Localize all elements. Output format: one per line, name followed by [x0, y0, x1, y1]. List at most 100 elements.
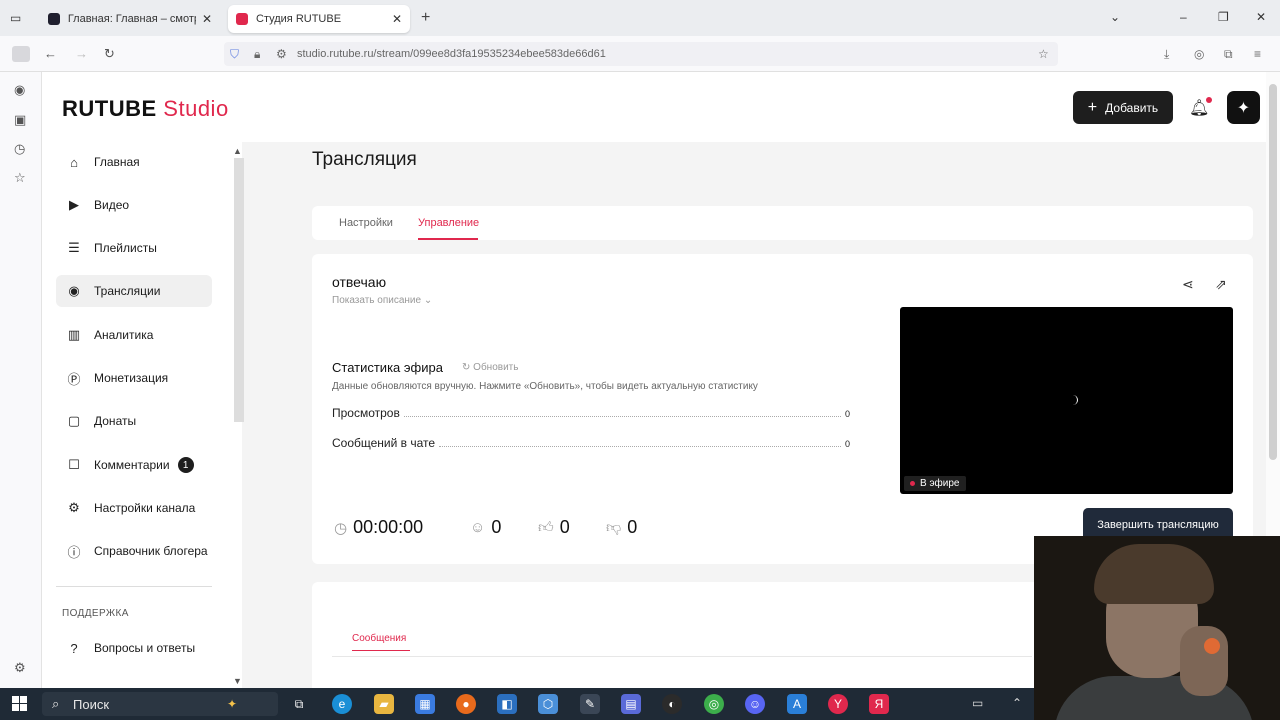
- page-scrollbar-thumb[interactable]: [1269, 84, 1277, 460]
- edge-icon[interactable]: e: [332, 694, 352, 714]
- browser-sidebar: ◉ ▣ ◷ ☆ ⚙: [0, 72, 42, 688]
- page-title: Трансляция: [312, 149, 417, 170]
- tab-settings[interactable]: Настройки: [339, 217, 393, 229]
- tab-list-icon[interactable]: ▭: [10, 11, 21, 25]
- app-a-icon[interactable]: A: [787, 694, 807, 714]
- video-icon: ▶: [69, 197, 79, 212]
- downloads-icon[interactable]: ⤓: [1164, 47, 1169, 62]
- menu-scroll-down-icon[interactable]: ▼: [233, 676, 242, 686]
- menu-item-blogger-guide[interactable]: ⓘ Справочник блогера: [56, 535, 212, 567]
- person-hair: [1094, 544, 1214, 604]
- metric-duration: ◷ 00:00:00: [334, 517, 424, 537]
- close-tab-icon[interactable]: ✕: [392, 12, 402, 26]
- menu-divider: [56, 586, 212, 587]
- app-remote-icon[interactable]: ▤: [621, 694, 641, 714]
- history-icon[interactable]: ◷: [14, 141, 25, 157]
- shield-icon[interactable]: ⛉: [230, 47, 239, 62]
- yandex-browser-icon[interactable]: Y: [828, 694, 848, 714]
- file-explorer-icon[interactable]: ▰: [374, 694, 394, 714]
- menu-item-video[interactable]: ▶ Видео: [56, 189, 212, 221]
- menu-item-donations[interactable]: ▢ Донаты: [56, 405, 212, 437]
- menu-item-monetization[interactable]: Ⓟ Монетизация: [56, 362, 212, 394]
- forward-icon[interactable]: →: [75, 46, 88, 61]
- menu-item-comments[interactable]: ☐ Комментарии 1: [56, 449, 212, 481]
- minimize-icon[interactable]: –: [1180, 10, 1187, 24]
- show-description-link[interactable]: Показать описание ⌄: [332, 295, 432, 306]
- refresh-stats-button[interactable]: ↻ Обновить: [462, 362, 518, 373]
- windows-start-icon[interactable]: [12, 696, 27, 711]
- bookmarks-icon[interactable]: ☆: [14, 170, 26, 186]
- customize-sidebar-icon[interactable]: ⚙: [14, 660, 26, 676]
- tab-management[interactable]: Управление: [418, 217, 479, 229]
- menu-icon[interactable]: ≡: [1254, 47, 1261, 61]
- question-icon: ?: [70, 640, 78, 656]
- vscode-icon[interactable]: ◧: [497, 694, 517, 714]
- menu-item-playlists[interactable]: ☰ Плейлисты: [56, 232, 212, 264]
- store-icon[interactable]: ▦: [415, 694, 435, 714]
- url-text[interactable]: studio.rutube.ru/stream/099ee8d3fa195352…: [297, 48, 606, 60]
- yandex-icon[interactable]: Я: [869, 694, 889, 714]
- chrome-icon[interactable]: ◎: [704, 694, 724, 714]
- taskbar-widget-icon[interactable]: ▭: [972, 696, 983, 710]
- donations-icon: ▢: [67, 413, 81, 428]
- tab-overflow-icon[interactable]: ⌄: [1110, 10, 1120, 24]
- menu-scrollbar-thumb[interactable]: [234, 158, 244, 422]
- menu-item-broadcasts[interactable]: ◉ Трансляции: [56, 275, 212, 307]
- browser-tab-rutube-home[interactable]: Главная: Главная – смотреть онлайн ✕: [40, 5, 220, 33]
- menu-scroll-up-icon[interactable]: ▲: [233, 146, 242, 156]
- info-icon: ⓘ: [67, 544, 81, 560]
- notifications-bell-icon[interactable]: 🔔︎: [1189, 97, 1213, 118]
- share-icon[interactable]: ⋖: [1182, 276, 1194, 293]
- live-badge: В эфире: [904, 476, 966, 491]
- browser-tab-rutube-studio[interactable]: Студия RUTUBE ✕: [228, 5, 410, 33]
- refresh-icon: ↻: [462, 362, 471, 373]
- discord-icon[interactable]: ☺: [745, 694, 765, 714]
- menu-item-analytics[interactable]: ▥ Аналитика: [56, 319, 212, 351]
- settings-icon: ⚙: [68, 500, 80, 515]
- menu-item-channel-settings[interactable]: ⚙ Настройки канала: [56, 492, 212, 524]
- stream-stats-heading: Статистика эфира: [332, 360, 443, 375]
- add-button[interactable]: + Добавить: [1073, 91, 1173, 124]
- tray-expand-icon[interactable]: ⌃: [1012, 696, 1022, 710]
- monetization-icon: Ⓟ: [67, 371, 81, 387]
- clock-icon: ◷: [334, 519, 348, 537]
- ai-chat-icon[interactable]: ◉: [14, 82, 25, 98]
- account-icon[interactable]: ◎: [1194, 47, 1204, 61]
- background-light: [1204, 638, 1220, 654]
- app-tools-icon[interactable]: ✎: [580, 694, 600, 714]
- app-cube-icon[interactable]: ⬡: [538, 694, 558, 714]
- close-tab-icon[interactable]: ✕: [202, 12, 212, 26]
- taskbar-search-placeholder[interactable]: Поиск: [73, 697, 109, 712]
- stat-row-views: Просмотров 0: [332, 406, 850, 420]
- lock-icon[interactable]: 🔒︎: [254, 47, 260, 62]
- firefox-icon[interactable]: ●: [456, 694, 476, 714]
- messages-tab-underline: [352, 650, 410, 651]
- broadcast-icon: ◉: [68, 283, 80, 298]
- bookmark-star-icon[interactable]: ☆: [1038, 47, 1049, 61]
- chat-divider: [332, 656, 1032, 657]
- open-external-icon[interactable]: ⇗: [1215, 276, 1227, 293]
- active-tab-underline: [418, 238, 478, 240]
- reload-icon[interactable]: ↻: [104, 46, 115, 62]
- rutube-studio-logo[interactable]: RUTUBE Studio: [62, 96, 229, 122]
- obs-icon[interactable]: ◐: [662, 694, 682, 714]
- support-heading: ПОДДЕРЖКА: [62, 608, 129, 619]
- webcam-overlay: [1034, 536, 1280, 720]
- close-window-icon[interactable]: ✕: [1256, 10, 1266, 24]
- channel-avatar[interactable]: ✦: [1227, 91, 1260, 124]
- back-icon[interactable]: ←: [44, 46, 57, 61]
- tab-messages[interactable]: Сообщения: [352, 633, 406, 644]
- new-tab-icon[interactable]: +: [421, 9, 430, 27]
- sidebar-toggle-icon[interactable]: [12, 46, 30, 62]
- menu-item-faq[interactable]: ? Вопросы и ответы: [56, 632, 212, 664]
- task-view-icon[interactable]: ⧉: [289, 694, 309, 714]
- rutube-favicon: [48, 13, 60, 25]
- video-player[interactable]: [900, 307, 1233, 494]
- menu-item-home[interactable]: ⌂ Главная: [56, 146, 212, 178]
- restore-icon[interactable]: ❐: [1218, 10, 1229, 24]
- permissions-icon[interactable]: ⚙: [276, 47, 287, 61]
- plus-icon: +: [1087, 98, 1098, 116]
- extensions-icon[interactable]: ⧉: [1224, 47, 1233, 62]
- synced-tabs-icon[interactable]: ▣: [14, 112, 26, 128]
- copilot-sparkle-icon[interactable]: ✦: [222, 694, 242, 714]
